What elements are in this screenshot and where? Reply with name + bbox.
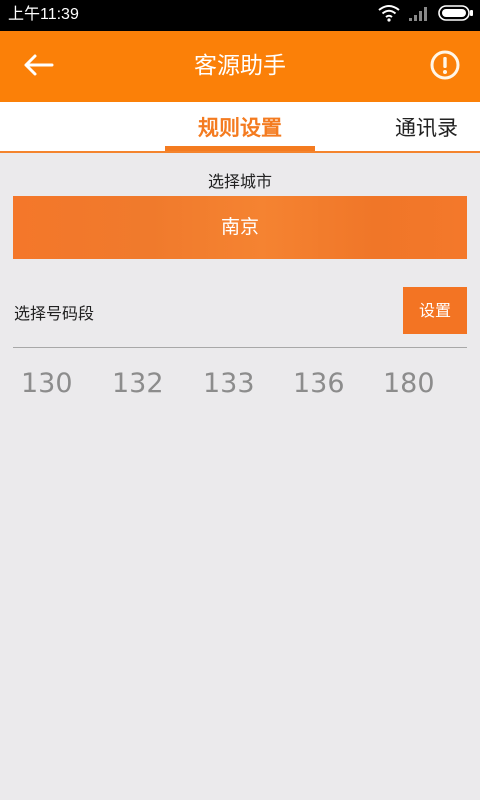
signal-icon (408, 4, 430, 26)
number-segment-item[interactable]: 180 (383, 368, 435, 399)
app-header: 客源助手 (0, 31, 480, 102)
back-button[interactable] (16, 47, 60, 87)
status-icons (378, 5, 474, 25)
number-segment-caption: 选择号码段 (14, 304, 95, 323)
number-segment-item[interactable]: 130 (21, 368, 73, 399)
tab-rules-settings[interactable]: 规则设置 (165, 102, 315, 152)
number-segment-item[interactable]: 136 (293, 368, 345, 399)
page-title: 客源助手 (194, 53, 286, 79)
status-bar: 上午11:39 (0, 0, 480, 31)
info-button[interactable] (426, 48, 464, 86)
battery-icon (438, 4, 474, 26)
tab-contacts[interactable]: 通讯录 (395, 102, 480, 152)
arrow-left-icon (22, 53, 54, 81)
number-segment-item[interactable]: 132 (112, 368, 164, 399)
number-segment-item[interactable]: 133 (203, 368, 255, 399)
city-caption: 选择城市 (207, 172, 272, 191)
tab-bar: 规则设置 通讯录 (0, 102, 480, 153)
city-select-button[interactable]: 南京 (13, 196, 467, 259)
divider (13, 347, 467, 348)
status-time: 上午11:39 (8, 6, 79, 23)
wifi-icon (378, 4, 400, 26)
exclamation-circle-icon (429, 49, 461, 85)
set-button[interactable]: 设置 (403, 287, 467, 334)
tab-divider (0, 151, 480, 153)
